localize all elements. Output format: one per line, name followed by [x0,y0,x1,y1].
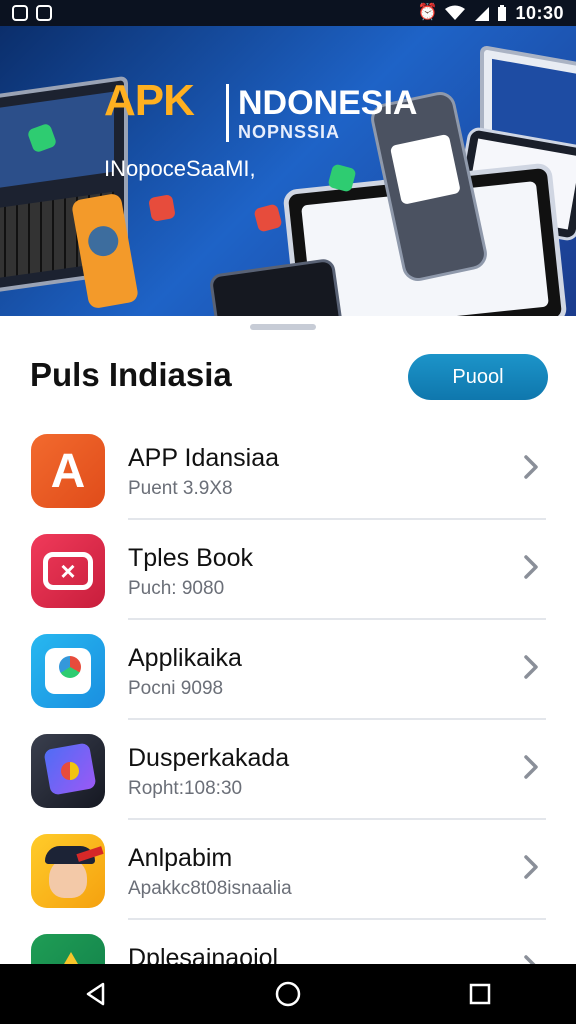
banner-tagline: INopoceSaaMI, [104,156,256,181]
phone-illustration [70,192,140,310]
notification-icon [12,5,28,21]
battery-icon [498,5,507,21]
app-a-icon: A [31,434,105,508]
app-subtitle: Puch: 9080 [128,578,225,599]
phone-illustration [208,257,346,316]
promo-banner[interactable]: APK NDONESIA NOPNSSIA INopoceSaaMI, [0,26,576,316]
back-button[interactable] [76,974,116,1014]
wifi-icon [445,5,466,20]
app-bubble-icon [253,203,283,233]
video-icon: × [31,534,105,608]
chevron-right-icon [524,655,538,679]
app-name: Applikaika [128,644,242,672]
avatar-icon [31,834,105,908]
app-name: Tples Book [128,544,254,572]
header-action-button[interactable]: Puool [408,354,548,400]
maps-icon [31,634,105,708]
app-name: Dusperkakada [128,744,290,772]
app-subtitle: Apakkc8t08isnaalia [128,878,292,899]
list-item[interactable]: Applikaika Pocni 9098 [0,620,576,720]
section-title: Puls Indiasia [30,356,232,393]
signal-icon [475,7,490,21]
chevron-right-icon [524,755,538,779]
recents-icon [469,983,491,1005]
home-button[interactable] [268,974,308,1014]
banner-title: APK [104,76,195,125]
back-icon [86,982,105,1006]
app-name: Anlpabim [128,844,233,872]
status-left [12,5,52,21]
chevron-right-icon [524,455,538,479]
app-subtitle: Pocni 9098 [128,678,224,699]
banner-subtitle-small: NOPNSSIA [238,122,341,142]
list-item[interactable]: A APP Idansiaa Puent 3.9X8 [0,420,576,520]
status-bar: ⏰ 10:30 [0,0,576,26]
app-bubble-icon [148,194,176,222]
status-time: 10:30 [515,2,564,23]
app-subtitle: Ropht:108:30 [128,778,243,799]
navigation-bar [0,964,576,1024]
list-item[interactable]: Anlpabim Apakkc8t08isnaalia [0,820,576,920]
app-subtitle: Puent 3.9X8 [128,478,233,499]
home-icon [275,981,301,1007]
list-item[interactable]: × Tples Book Puch: 9080 [0,520,576,620]
gallery-icon [31,734,105,808]
app-name: APP Idansiaa [128,444,280,472]
chevron-right-icon [524,855,538,879]
recents-button[interactable] [460,974,500,1014]
sheet-handle[interactable] [250,324,316,330]
image-icon [36,5,52,21]
banner-subtitle: NDONESIA [238,84,418,122]
banner-divider [226,84,229,142]
status-right: ⏰ 10:30 [418,3,564,24]
chevron-right-icon [524,555,538,579]
alarm-icon: ⏰ [417,4,438,21]
list-item[interactable]: Dusperkakada Ropht:108:30 [0,720,576,820]
